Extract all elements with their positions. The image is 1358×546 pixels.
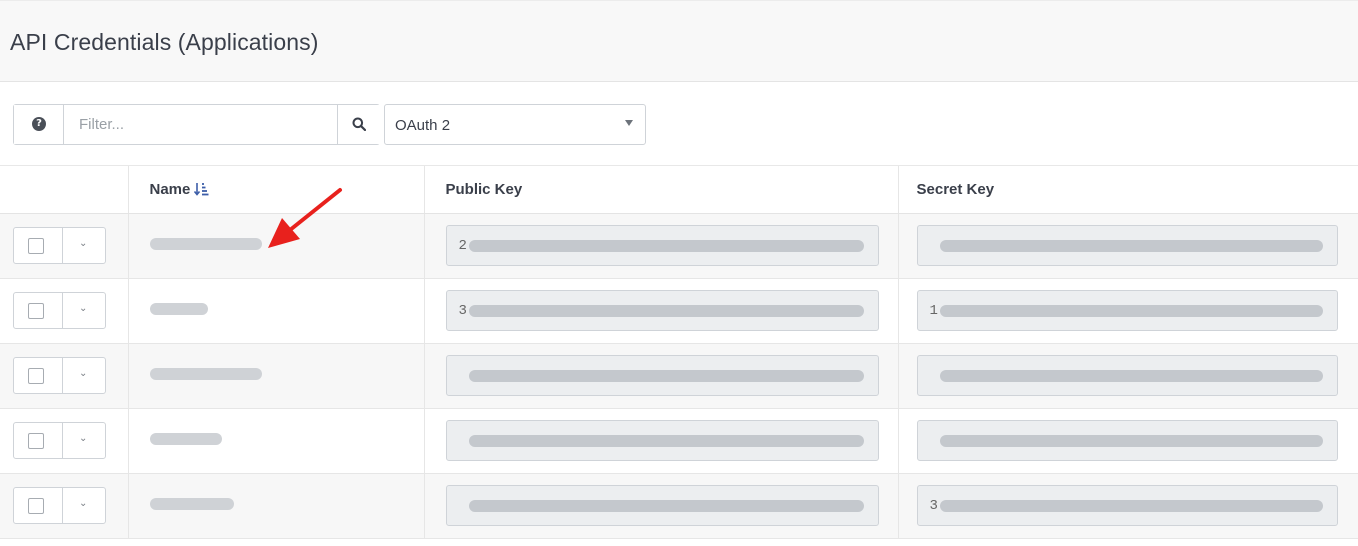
secret-key-column-header: Secret Key [898, 166, 1358, 214]
table-row: ⌄ 3 1 [0, 278, 1358, 344]
public-key-redacted [468, 435, 864, 447]
table-row: ⌄ [0, 408, 1358, 474]
search-button[interactable] [337, 105, 380, 144]
page-title: API Credentials (Applications) [10, 29, 319, 55]
application-name-redacted[interactable] [149, 497, 234, 510]
table-header-row: Name Public Key Secret Key [0, 166, 1358, 214]
row-select-control: ⌄ [13, 357, 106, 394]
credentials-table: Name Public Key Secret Key ⌄ 2 ⌄ 3 1 ⌄ ⌄… [0, 166, 1358, 539]
secret-key-redacted [939, 305, 1323, 317]
row-checkbox[interactable] [28, 498, 44, 514]
row-checkbox[interactable] [28, 368, 44, 384]
public-key-field[interactable] [445, 420, 879, 461]
public-key-redacted [468, 305, 864, 317]
secret-key-field[interactable]: 1 [916, 290, 1338, 331]
secret-key-redacted [939, 500, 1323, 512]
row-actions-chevron-icon[interactable]: ⌄ [79, 303, 87, 314]
caret-down-icon [625, 120, 633, 126]
row-actions-chevron-icon[interactable]: ⌄ [79, 498, 87, 509]
row-actions-chevron-icon[interactable]: ⌄ [79, 368, 87, 379]
filter-group: ? [13, 104, 380, 145]
secret-key-field[interactable]: 3 [916, 485, 1338, 526]
secret-key-redacted [939, 435, 1323, 447]
public-key-field[interactable]: 3 [445, 290, 879, 331]
public-key-column-header: Public Key [424, 166, 899, 214]
row-select-control: ⌄ [13, 292, 106, 329]
row-checkbox[interactable] [28, 303, 44, 319]
secret-key-field[interactable] [916, 225, 1338, 266]
public-key-prefix: 2 [458, 238, 467, 254]
table-row: ⌄ [0, 343, 1358, 409]
table-row: ⌄ 2 [0, 213, 1358, 279]
row-select-control: ⌄ [13, 487, 106, 524]
row-select-control: ⌄ [13, 227, 106, 264]
question-circle-icon: ? [32, 117, 46, 131]
secret-key-prefix: 3 [929, 498, 938, 514]
page-header: API Credentials (Applications) [0, 0, 1358, 82]
row-select-control: ⌄ [13, 422, 106, 459]
public-key-field[interactable] [445, 355, 879, 396]
auth-type-select[interactable]: OAuth 2 [384, 104, 646, 145]
annotation-arrow-icon [268, 188, 342, 248]
help-button[interactable]: ? [14, 105, 64, 144]
secret-key-redacted [939, 240, 1323, 252]
table-row: ⌄ 3 [0, 473, 1358, 539]
auth-type-value: OAuth 2 [395, 117, 451, 134]
secret-key-field[interactable] [916, 420, 1338, 461]
secret-key-field[interactable] [916, 355, 1338, 396]
public-key-field[interactable]: 2 [445, 225, 879, 266]
row-actions-chevron-icon[interactable]: ⌄ [79, 238, 87, 249]
row-checkbox[interactable] [28, 433, 44, 449]
filter-input[interactable] [65, 105, 337, 144]
application-name-redacted[interactable] [149, 432, 222, 445]
toolbar: ? OAuth 2 [0, 82, 1358, 166]
row-checkbox[interactable] [28, 238, 44, 254]
row-actions-chevron-icon[interactable]: ⌄ [79, 433, 87, 444]
secret-key-prefix: 1 [929, 303, 938, 319]
secret-key-column-label: Secret Key [916, 180, 995, 198]
public-key-redacted [468, 500, 864, 512]
select-column-header [0, 166, 129, 214]
application-name-redacted[interactable] [149, 367, 262, 380]
name-column-label: Name [149, 180, 191, 198]
secret-key-redacted [939, 370, 1323, 382]
public-key-field[interactable] [445, 485, 879, 526]
sort-ascending-icon [194, 182, 209, 196]
public-key-column-label: Public Key [445, 180, 523, 198]
search-icon [352, 117, 366, 131]
public-key-redacted [468, 240, 864, 252]
application-name-redacted[interactable] [149, 302, 208, 315]
public-key-redacted [468, 370, 864, 382]
public-key-prefix: 3 [458, 303, 467, 319]
application-name-redacted[interactable] [149, 237, 262, 250]
